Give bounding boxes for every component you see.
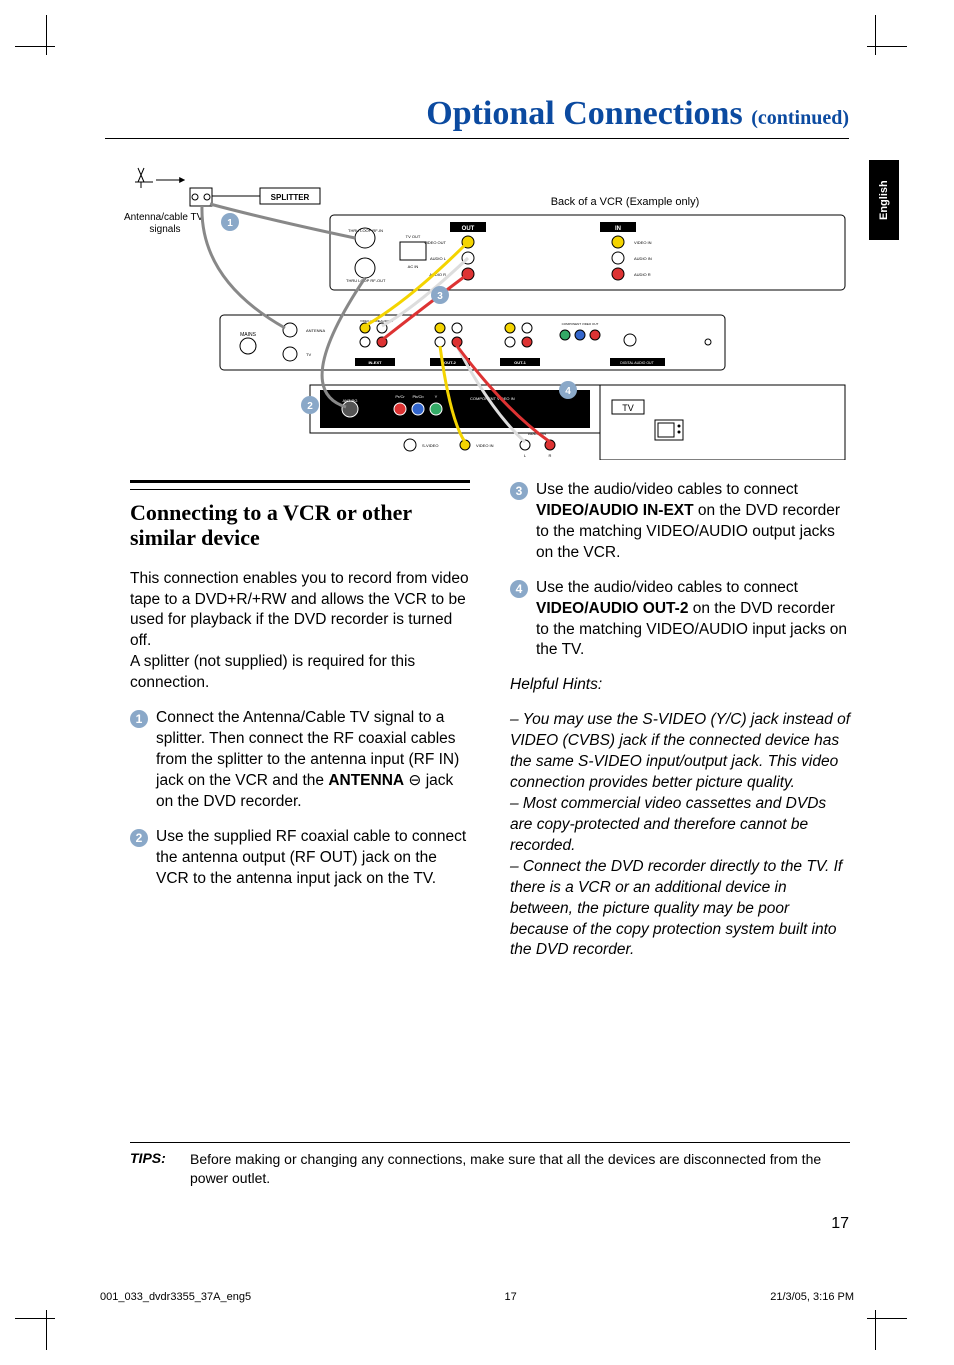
vcr-audio-r2: AUDIO R (634, 272, 651, 277)
tips-text: Before making or changing any connection… (190, 1150, 850, 1188)
vcr-acin-label: AC IN (408, 264, 419, 269)
vcr-audio-l: AUDIO L (430, 256, 447, 261)
step-2-text: Use the supplied RF coaxial cable to con… (156, 828, 466, 887)
tv-ant-label: ANT RG (342, 398, 357, 403)
dvdr-inext: IN-EXT (368, 360, 382, 365)
callout-4: 4 (565, 386, 571, 397)
step-2: 2 Use the supplied RF coaxial cable to c… (130, 827, 470, 890)
step-4-number: 4 (510, 580, 528, 598)
section-heading: Connecting to a VCR or other similar dev… (130, 500, 470, 551)
tv-comp-in: COMPONENT VIDEO IN (470, 396, 515, 401)
dvdr-mains: MAINS (240, 332, 257, 338)
vcr-back-label: Back of a VCR (Example only) (551, 196, 700, 208)
dvdr-out1: OUT-1 (514, 360, 527, 365)
hints-heading: Helpful Hints: (510, 675, 850, 696)
footer: 001_033_dvdr3355_37A_eng5 17 21/3/05, 3:… (100, 1291, 854, 1303)
step-4-text-a: Use the audio/video cables to connect (536, 579, 798, 596)
antenna-cable-label: Antenna/cable TV signals (124, 212, 206, 235)
right-column: 3 Use the audio/video cables to connect … (510, 480, 850, 961)
splitter-label: SPLITTER (271, 193, 310, 202)
hint-3: – Connect the DVD recorder directly to t… (510, 857, 850, 962)
footer-center: 17 (505, 1291, 517, 1303)
intro-paragraph-1: This connection enables you to record fr… (130, 569, 470, 653)
callout-1: 1 (227, 218, 233, 229)
step-4-bold: VIDEO/AUDIO OUT-2 (536, 600, 688, 617)
tv-label: TV (622, 403, 634, 413)
step-4: 4 Use the audio/video cables to connect … (510, 578, 850, 662)
vcr-out-header: OUT (462, 226, 475, 232)
footer-left: 001_033_dvdr3355_37A_eng5 (100, 1291, 251, 1303)
step-1-number: 1 (130, 710, 148, 728)
vcr-audio-in: AUDIO IN (634, 256, 652, 261)
page-number: 17 (831, 1215, 849, 1233)
step-3-number: 3 (510, 482, 528, 500)
tv-y: Y (435, 394, 438, 399)
dvdr-comp-out: COMPONENT VIDEO OUT (562, 322, 599, 326)
callout-2: 2 (307, 401, 313, 412)
tips-label: TIPS: (130, 1150, 190, 1188)
vcr-video-out: VIDEO OUT (424, 240, 447, 245)
tv-svideo: S-VIDEO (422, 443, 438, 448)
vcr-tvout-label: TV OUT (406, 234, 421, 239)
connection-diagram: SPLITTER Antenna/cable TV signals Back o… (110, 160, 850, 460)
antenna-icon (135, 168, 184, 188)
dvdr-antenna: ANTENNA (306, 328, 325, 333)
title-continued: (continued) (751, 107, 849, 129)
step-3-bold: VIDEO/AUDIO IN-EXT (536, 502, 694, 519)
tv-prcr: Pr/Cr (395, 394, 405, 399)
page-title: Optional Connections (continued) (426, 95, 849, 133)
language-tab: English (869, 160, 899, 240)
tv-r: R (549, 453, 552, 458)
vcr-in-header: IN (615, 226, 621, 232)
dvdr-digital-out: DIGITAL AUDIO OUT (620, 361, 654, 365)
antenna-symbol-icon: ⊖ (408, 772, 425, 789)
title-main: Optional Connections (426, 95, 742, 132)
dvdr-out2: OUT-2 (444, 360, 457, 365)
tips-rule (130, 1142, 850, 1143)
vcr-rf-in-label: THRU LOOP RF-IN (348, 228, 383, 233)
step-2-number: 2 (130, 829, 148, 847)
dvdr-tv: TV (306, 352, 311, 357)
step-1-bold: ANTENNA (328, 772, 404, 789)
left-column: Connecting to a VCR or other similar dev… (130, 480, 470, 961)
callout-3: 3 (437, 291, 443, 302)
hint-2: – Most commercial video cassettes and DV… (510, 794, 850, 857)
tv-videoin: VIDEO IN (476, 443, 494, 448)
tv-l: L (524, 453, 527, 458)
step-3-text-a: Use the audio/video cables to connect (536, 481, 798, 498)
intro-paragraph-2: A splitter (not supplied) is required fo… (130, 652, 470, 694)
vcr-video-in: VIDEO IN (634, 240, 652, 245)
tv-pbcb: Pb/Cb (412, 394, 424, 399)
step-3: 3 Use the audio/video cables to connect … (510, 480, 850, 564)
tips-box: TIPS: Before making or changing any conn… (130, 1150, 850, 1188)
hint-1: – You may use the S-VIDEO (Y/C) jack ins… (510, 710, 850, 794)
title-rule (105, 138, 849, 139)
footer-right: 21/3/05, 3:16 PM (770, 1291, 854, 1303)
step-1: 1 Connect the Antenna/Cable TV signal to… (130, 708, 470, 813)
